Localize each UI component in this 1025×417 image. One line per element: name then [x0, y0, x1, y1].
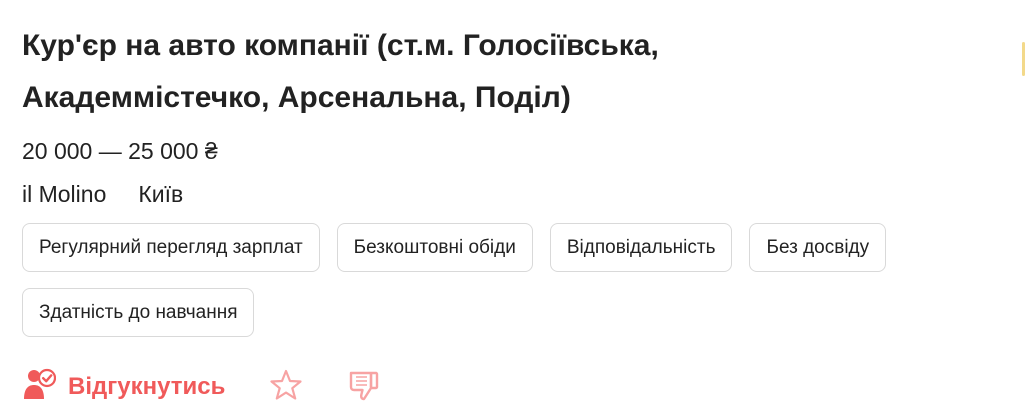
respond-label: Відгукнутись: [68, 373, 226, 400]
tag-chip: Безкоштовні обіди: [336, 223, 533, 272]
star-icon: [269, 368, 303, 407]
tag-chip: Здатність до навчання: [22, 288, 255, 337]
dislike-button[interactable]: [347, 368, 381, 407]
vacancy-card: Кур'єр на авто компанії (ст.м. Голосіївс…: [0, 0, 1025, 417]
favorite-button[interactable]: [269, 368, 303, 407]
respond-button[interactable]: Відгукнутись: [22, 367, 225, 408]
vacancy-title[interactable]: Кур'єр на авто компанії (ст.м. Голосіївс…: [22, 20, 742, 124]
tag-chip: Регулярний перегляд зарплат: [22, 223, 320, 272]
tag-list: Регулярний перегляд зарплат Безкоштовні …: [22, 223, 1012, 337]
person-check-icon: [22, 367, 57, 408]
salary-range: 20 000 — 25 000 ₴: [22, 138, 218, 164]
tag-chip: Без досвіду: [749, 223, 887, 272]
vacancy-actions: Відгукнутись: [22, 367, 1003, 407]
tag-chip: Відповідальність: [549, 223, 733, 272]
company-name[interactable]: il Molino: [22, 179, 106, 209]
thumbs-down-icon: [347, 368, 381, 407]
city-name: Київ: [138, 181, 184, 207]
vacancy-meta: il Molino Київ: [22, 179, 1003, 209]
